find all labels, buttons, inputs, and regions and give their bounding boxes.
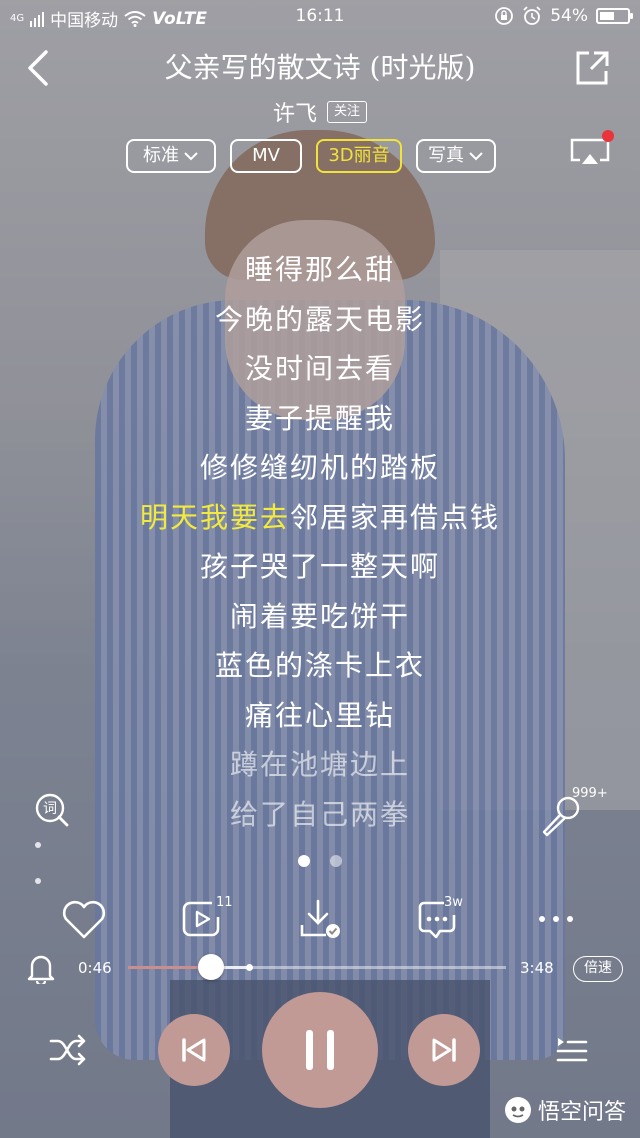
current-time: 0:46: [78, 959, 112, 977]
heart-icon[interactable]: [60, 895, 108, 943]
mode-3d-audio-label: 3D丽音: [328, 145, 390, 166]
lyric-line: 蓝色的涤卡上衣: [214, 649, 425, 682]
back-icon[interactable]: [20, 48, 60, 88]
lyrics-panel[interactable]: 睡得那么甜 今晚的露天电影 没时间去看 妻子提醒我 修修缝纫机的踏板 明天我要去…: [0, 245, 640, 839]
side-indicator-dot: [35, 842, 41, 848]
status-bar: 4G 中国移动 VoLTE 16:11 54%: [0, 0, 640, 34]
svg-text:词: 词: [43, 801, 57, 817]
song-title: 父亲写的散文诗 (时光版): [164, 51, 476, 84]
pause-button[interactable]: [262, 992, 378, 1108]
battery-icon: [596, 8, 633, 24]
lyric-line: 蹲在池塘边上: [229, 748, 410, 781]
wukong-logo-icon: [504, 1097, 531, 1123]
watermark: 悟空问答: [504, 1094, 626, 1126]
mode-photo[interactable]: 写真: [416, 139, 496, 173]
cast-button[interactable]: [568, 130, 614, 172]
notification-dot: [602, 130, 614, 142]
downloaded-icon[interactable]: [296, 895, 344, 943]
shuffle-icon[interactable]: [48, 1030, 88, 1070]
mode-standard-label: 标准: [143, 145, 179, 166]
lyric-search-icon[interactable]: 词: [34, 792, 70, 828]
chevron-down-icon: [469, 152, 483, 161]
mode-mv-label: MV: [252, 145, 280, 166]
follow-button[interactable]: 关注: [327, 101, 368, 123]
next-button[interactable]: [408, 1014, 480, 1086]
action-bar: 11 3w: [0, 895, 640, 945]
lyric-line: 孩子哭了一整天啊: [199, 550, 440, 583]
previous-button[interactable]: [158, 1014, 230, 1086]
more-icon[interactable]: [532, 895, 580, 943]
watermark-text: 悟空问答: [537, 1100, 626, 1125]
lyric-sung-part: 明天我要去: [139, 500, 290, 534]
progress-bar[interactable]: [128, 954, 506, 980]
pause-icon: [306, 1030, 334, 1070]
video-count: 11: [216, 895, 233, 910]
mode-standard[interactable]: 标准: [126, 139, 216, 173]
alarm-icon: [523, 6, 541, 25]
lyric-line: 睡得那么甜: [244, 253, 395, 286]
page-dot-active: [298, 855, 310, 867]
battery-percent: 54%: [550, 6, 588, 26]
mode-mv[interactable]: MV: [230, 139, 302, 173]
lock-rotation-icon: [495, 7, 514, 25]
chevron-down-icon: [184, 152, 198, 161]
lyric-line: 今晚的露天电影: [214, 302, 425, 336]
lyric-line: 痛往心里钻: [244, 698, 395, 732]
mode-3d-audio[interactable]: 3D丽音: [316, 139, 402, 173]
skip-previous-icon: [182, 1038, 206, 1062]
play-mode-tabs: 标准 MV 3D丽音 写真: [126, 139, 496, 173]
page-indicator: [0, 855, 640, 867]
side-indicator-dot: [35, 878, 41, 884]
lyric-unsung-part: 邻居家再借点钱: [290, 500, 501, 534]
karaoke-count: 999+: [572, 786, 608, 801]
lyric-line: 妻子提醒我: [244, 401, 395, 435]
buffer-marker: [245, 964, 253, 971]
lyric-line: 闹着要吃饼干: [229, 599, 410, 633]
playlist-icon[interactable]: [552, 1030, 592, 1070]
lyric-line: 修修缝纫机的踏板: [199, 451, 440, 484]
comment-count: 3w: [444, 895, 463, 910]
mode-photo-label: 写真: [428, 145, 464, 166]
share-icon[interactable]: [572, 48, 612, 88]
artist-name[interactable]: 许飞: [273, 96, 317, 128]
playback-speed-button[interactable]: 倍速: [573, 956, 623, 982]
page-dot: [330, 855, 342, 867]
skip-next-icon: [432, 1038, 456, 1062]
progress-knob[interactable]: [198, 954, 225, 980]
sleep-timer-bell-icon[interactable]: [26, 952, 56, 984]
current-lyric-line: 明天我要去邻居家再借点钱: [0, 493, 640, 543]
total-time: 3:48: [520, 959, 554, 977]
lyric-line: 没时间去看: [244, 352, 395, 385]
